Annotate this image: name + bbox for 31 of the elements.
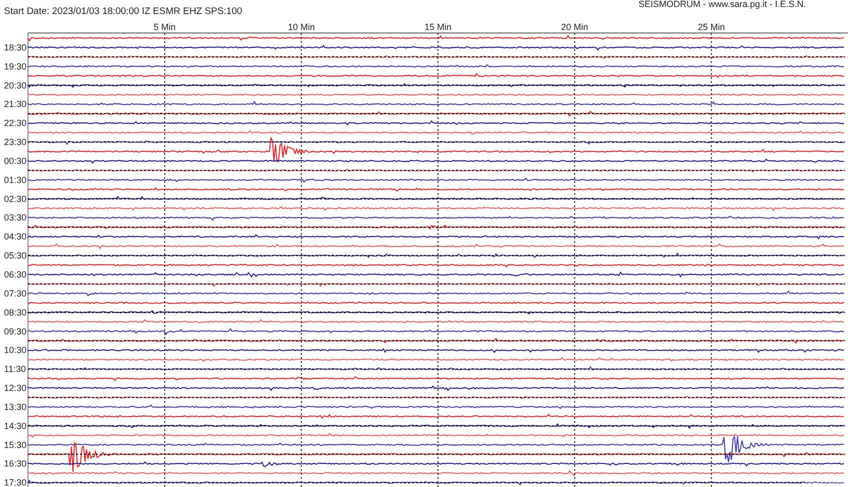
time-label: 06:30 (4, 270, 27, 280)
time-label: 08:30 (4, 307, 27, 318)
time-label: 19:30 (4, 61, 27, 72)
time-label: 00:30 (4, 156, 27, 166)
time-label: 21:30 (4, 99, 27, 110)
time-label: 11:30 (4, 364, 26, 374)
time-label: 16:30 (4, 458, 27, 469)
time-label: 13:30 (4, 402, 27, 412)
time-label: 17:30 (4, 478, 27, 487)
time-label: 05:30 (4, 250, 27, 261)
time-label: 15:30 (4, 440, 27, 450)
time-label: 23:30 (4, 137, 27, 148)
time-label: 18:30 (4, 42, 27, 52)
start-date-text: Start Date: 2023/01/03 18:00:00 IZ ESMR EHZ SPS:100 (4, 6, 242, 17)
credit-text: SEISMODRUM - www.sara.pg.it - I.E.S.N. (638, 0, 806, 10)
axis-label: 10 Min (288, 22, 315, 32)
axis-label: 15 Min (424, 22, 452, 32)
time-label: 12:30 (4, 383, 27, 394)
time-label: 04:30 (4, 232, 27, 242)
time-label: 09:30 (4, 326, 27, 336)
time-label: 07:30 (4, 288, 27, 298)
time-label: 22:30 (4, 118, 27, 128)
time-label: 01:30 (4, 174, 27, 185)
axis-label: 20 Min (561, 22, 588, 32)
time-label: 20:30 (4, 80, 27, 90)
time-label: 02:30 (4, 194, 27, 204)
time-label: 03:30 (4, 212, 27, 223)
axis-label: 25 Min (698, 22, 725, 32)
time-label: 10:30 (4, 345, 27, 356)
axis-label: 5 Min (154, 22, 176, 32)
time-label: 14:30 (4, 420, 27, 431)
